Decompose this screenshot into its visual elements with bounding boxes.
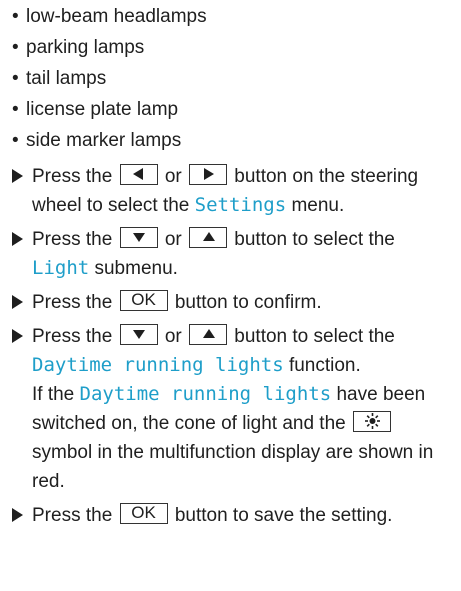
list-item-text: low-beam headlamps bbox=[26, 6, 207, 27]
step-select-light: Press the or button to select the Light … bbox=[12, 225, 456, 283]
list-item-text: license plate lamp bbox=[26, 99, 179, 120]
step-text: submenu. bbox=[94, 258, 178, 279]
list-item: • low-beam headlamps bbox=[12, 2, 452, 33]
list-item-text: tail lamps bbox=[26, 68, 107, 89]
step-select-settings: Press the or button on the steering whee… bbox=[12, 162, 456, 220]
settings-menu-label: Settings bbox=[194, 194, 287, 216]
list-item: • parking lamps bbox=[12, 33, 452, 64]
step-marker-icon bbox=[12, 508, 23, 522]
bullet-dot: • bbox=[12, 130, 19, 151]
step-marker-icon bbox=[12, 329, 23, 343]
manual-page: • low-beam headlamps • parking lamps • tail… bbox=[0, 0, 461, 591]
lamp-list: • low-beam headlamps • parking lamps • tail… bbox=[12, 2, 452, 157]
down-arrow-key-icon bbox=[119, 324, 158, 346]
step-text: or bbox=[164, 229, 182, 250]
list-item: • license plate lamp bbox=[12, 95, 452, 126]
step-text: symbol in the multifunction display are … bbox=[32, 442, 434, 492]
step-text: or bbox=[164, 326, 182, 347]
down-arrow-key-icon bbox=[119, 227, 158, 249]
step-text: function. bbox=[288, 355, 361, 376]
step-text: button to select the bbox=[234, 229, 395, 250]
step-text: button to select the bbox=[234, 326, 395, 347]
up-arrow-key-icon bbox=[189, 227, 228, 249]
step-marker-icon bbox=[12, 295, 23, 309]
step-text: Press the bbox=[32, 229, 113, 250]
light-submenu-label: Light bbox=[32, 257, 90, 279]
instruction-steps: Press the or button on the steering whee… bbox=[12, 162, 456, 535]
daytime-running-lights-label: Daytime running lights bbox=[32, 354, 284, 376]
step-text: Press the bbox=[32, 505, 113, 526]
step-text: Press the bbox=[32, 292, 113, 313]
list-item-text: parking lamps bbox=[26, 37, 145, 58]
step-text: menu. bbox=[291, 195, 345, 216]
daytime-running-lights-label: Daytime running lights bbox=[79, 383, 332, 405]
step-marker-icon bbox=[12, 169, 23, 183]
list-item-text: side marker lamps bbox=[26, 130, 182, 151]
list-item: • tail lamps bbox=[12, 64, 452, 95]
list-item: • side marker lamps bbox=[12, 126, 452, 157]
step-save: Press the OK button to save the setting. bbox=[12, 501, 456, 530]
step-marker-icon bbox=[12, 232, 23, 246]
bullet-dot: • bbox=[12, 68, 19, 89]
left-arrow-key-icon bbox=[119, 164, 158, 186]
bullet-dot: • bbox=[12, 37, 19, 58]
right-arrow-key-icon bbox=[189, 164, 228, 186]
step-confirm: Press the OK button to confirm. bbox=[12, 288, 456, 317]
step-text: button to confirm. bbox=[174, 292, 322, 313]
step-text: If the bbox=[32, 384, 75, 405]
ok-key: OK bbox=[119, 503, 168, 525]
up-arrow-key-icon bbox=[189, 324, 228, 346]
step-text: Press the bbox=[32, 326, 113, 347]
step-text: button to save the setting. bbox=[174, 505, 393, 526]
bullet-dot: • bbox=[12, 99, 19, 120]
step-select-function: Press the or button to select the Daytim… bbox=[12, 322, 456, 496]
ok-key: OK bbox=[119, 290, 168, 312]
daytime-lights-symbol-icon bbox=[353, 411, 391, 433]
step-text: or bbox=[164, 166, 182, 187]
bullet-dot: • bbox=[12, 6, 19, 27]
step-text: Press the bbox=[32, 166, 113, 187]
